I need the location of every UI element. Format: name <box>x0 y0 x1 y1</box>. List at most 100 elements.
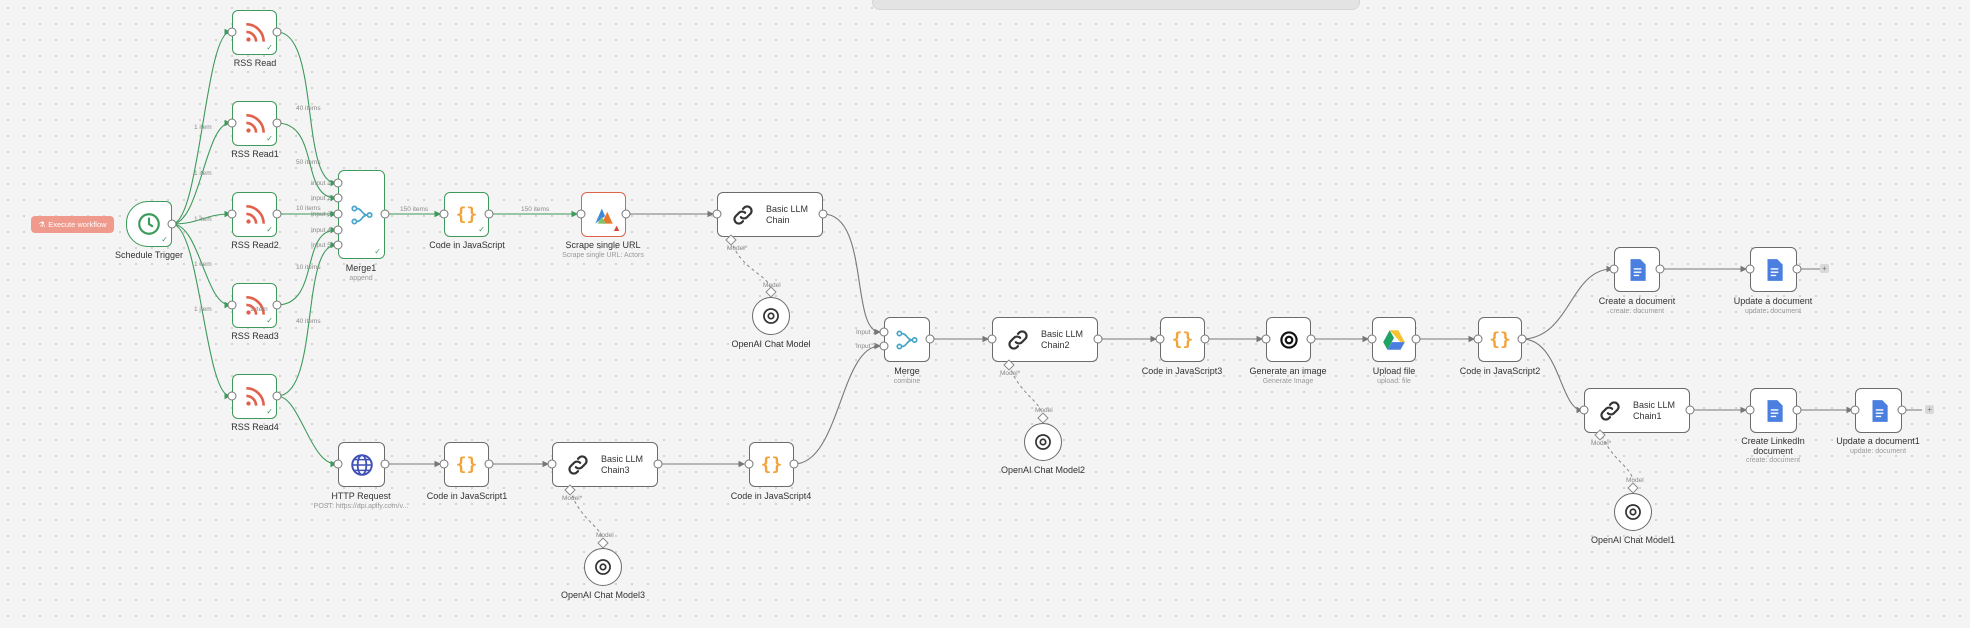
add-node-button[interactable]: + <box>1820 264 1829 273</box>
output-port[interactable] <box>272 391 282 401</box>
node-basic-llm-chain2[interactable]: Basic LLM Chain2 <box>992 317 1098 362</box>
output-port[interactable] <box>1093 334 1103 344</box>
output-port[interactable] <box>1517 334 1527 344</box>
node-rss-read[interactable]: ✓ <box>232 10 277 55</box>
node-create-a-document[interactable] <box>1614 247 1660 292</box>
node-openai-chat-model2[interactable] <box>1024 423 1062 461</box>
node-schedule-trigger[interactable]: ✓ <box>126 201 172 247</box>
input-port[interactable] <box>1609 264 1619 274</box>
code-braces-icon: {} <box>1489 329 1511 350</box>
input-port[interactable] <box>227 118 237 128</box>
input-port[interactable] <box>879 327 889 337</box>
node-basic-llm-chain3[interactable]: Basic LLM Chain3 <box>552 442 658 487</box>
input-port[interactable] <box>1745 264 1755 274</box>
input-port[interactable] <box>227 27 237 37</box>
input-port[interactable] <box>1367 334 1377 344</box>
node-label: Merge <box>894 366 920 376</box>
node-openai-chat-model[interactable] <box>752 297 790 335</box>
node-label: Merge1 <box>345 263 377 273</box>
output-port[interactable] <box>789 459 799 469</box>
output-port[interactable] <box>272 118 282 128</box>
node-code-in-javascript1[interactable]: {} <box>444 442 489 487</box>
node-merge[interactable] <box>884 317 930 362</box>
input-port[interactable] <box>1745 405 1755 415</box>
node-update-a-document[interactable] <box>1750 247 1797 292</box>
node-rss-read1[interactable]: ✓ <box>232 101 277 146</box>
edge-count-label: 1 item <box>194 306 212 313</box>
node-openai-chat-model1[interactable] <box>1614 493 1652 531</box>
output-port[interactable] <box>925 334 935 344</box>
input-port[interactable] <box>1261 334 1271 344</box>
input-port[interactable] <box>1473 334 1483 344</box>
top-panel-handle[interactable] <box>872 0 1360 10</box>
output-port[interactable] <box>1306 334 1316 344</box>
output-port[interactable] <box>167 219 177 229</box>
input-port[interactable] <box>439 459 449 469</box>
output-port[interactable] <box>1200 334 1210 344</box>
node-merge1[interactable]: ✓ <box>338 170 385 259</box>
output-port[interactable] <box>272 209 282 219</box>
input-port[interactable] <box>227 391 237 401</box>
input-port[interactable] <box>333 459 343 469</box>
link-icon <box>730 202 756 228</box>
output-port[interactable] <box>1411 334 1421 344</box>
node-code-in-javascript3[interactable]: {} <box>1160 317 1205 362</box>
node-scrape-single-url[interactable]: ▲ <box>581 192 626 237</box>
input-port[interactable] <box>1579 405 1589 415</box>
execute-workflow-button[interactable]: ⚗ Execute workflow <box>31 216 114 233</box>
output-port[interactable] <box>1685 405 1695 415</box>
input-port[interactable] <box>439 209 449 219</box>
output-port[interactable] <box>380 459 390 469</box>
rss-icon <box>242 111 268 137</box>
node-http-request[interactable] <box>338 442 385 487</box>
node-code-in-javascript2[interactable]: {} <box>1478 317 1522 362</box>
input-port[interactable] <box>333 209 343 219</box>
node-generate-an-image[interactable] <box>1266 317 1311 362</box>
output-port[interactable] <box>272 27 282 37</box>
input-port[interactable] <box>227 209 237 219</box>
node-create-linkedin-document[interactable] <box>1750 388 1797 433</box>
input-port[interactable] <box>576 209 586 219</box>
input-port[interactable] <box>1155 334 1165 344</box>
node-label: Code in JavaScript1 <box>426 491 508 501</box>
output-port[interactable] <box>1792 405 1802 415</box>
add-node-button[interactable]: + <box>1925 405 1934 414</box>
output-port[interactable] <box>484 459 494 469</box>
output-port[interactable] <box>1897 405 1907 415</box>
output-port[interactable] <box>272 300 282 310</box>
input-port[interactable] <box>333 193 343 203</box>
node-basic-llm-chain1[interactable]: Basic LLM Chain1 <box>1584 388 1690 433</box>
output-port[interactable] <box>818 209 828 219</box>
node-upload-file[interactable] <box>1372 317 1416 362</box>
node-rss-read2[interactable]: ✓ <box>232 192 277 237</box>
node-label: Create a document <box>1598 296 1676 306</box>
input-port[interactable] <box>547 459 557 469</box>
node-code-in-javascript4[interactable]: {} <box>749 442 794 487</box>
node-update-a-document1[interactable] <box>1855 388 1902 433</box>
output-port[interactable] <box>1655 264 1665 274</box>
input-port[interactable] <box>879 341 889 351</box>
input-port[interactable] <box>333 178 343 188</box>
output-port[interactable] <box>484 209 494 219</box>
openai-icon <box>1276 327 1302 353</box>
output-port[interactable] <box>621 209 631 219</box>
edge-count-label: 150 items <box>521 206 550 213</box>
input-port[interactable] <box>333 240 343 250</box>
output-port[interactable] <box>380 209 390 219</box>
node-subtitle: create: document <box>1745 457 1801 464</box>
output-port[interactable] <box>1792 264 1802 274</box>
node-label: Update a document <box>1733 296 1813 306</box>
input-port[interactable] <box>712 209 722 219</box>
node-rss-read4[interactable]: ✓ <box>232 374 277 419</box>
node-code-in-javascript[interactable]: {} ✓ <box>444 192 489 237</box>
node-basic-llm-chain[interactable]: Basic LLM Chain <box>717 192 823 237</box>
output-port[interactable] <box>653 459 663 469</box>
success-check-icon: ✓ <box>266 43 273 52</box>
input-port[interactable] <box>227 300 237 310</box>
input-port[interactable] <box>333 225 343 235</box>
flask-icon: ⚗ <box>38 220 46 229</box>
input-port[interactable] <box>987 334 997 344</box>
node-openai-chat-model3[interactable] <box>584 548 622 586</box>
input-port[interactable] <box>744 459 754 469</box>
input-port[interactable] <box>1850 405 1860 415</box>
